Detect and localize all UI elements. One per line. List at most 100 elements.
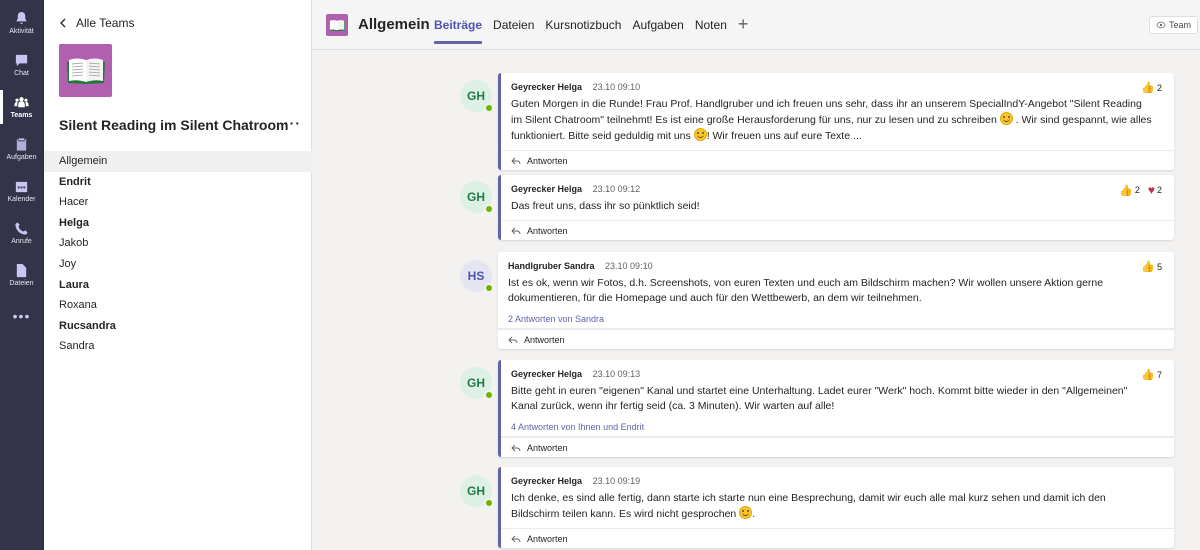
back-to-teams[interactable]: Alle Teams <box>58 16 134 30</box>
like-reaction[interactable]: 👍 2 <box>1141 81 1162 94</box>
avatar-initials: HS <box>467 269 485 283</box>
reactions: 👍 2 ♥ 2 <box>1111 183 1162 197</box>
post-message: Geyrecker Helga 23.10 09:12 Das freut un… <box>498 175 1174 240</box>
tab-aufgaben[interactable]: Aufgaben <box>632 0 683 50</box>
add-tab-button[interactable]: + <box>738 0 749 50</box>
like-reaction[interactable]: 👍 2 <box>1119 184 1140 197</box>
reply-button[interactable]: Antworten <box>501 528 1174 548</box>
smiley-emoji-icon <box>739 506 753 519</box>
post-author[interactable]: Geyrecker Helga <box>511 476 582 486</box>
view-replies-link[interactable]: 4 Antworten von Ihnen und Endrit <box>501 420 1174 437</box>
like-count: 7 <box>1156 369 1162 380</box>
presence-available-icon <box>484 283 494 293</box>
channel-list: Allgemein Endrit Hacer Helga Jakob Joy L… <box>44 151 312 357</box>
like-count: 2 <box>1134 185 1140 195</box>
channel-laura[interactable]: Laura <box>44 275 312 296</box>
tab-bar: Beiträge Dateien Kursnotizbuch Aufgaben … <box>434 0 748 50</box>
channel-jakob[interactable]: Jakob <box>44 233 312 254</box>
appbar-teams-label: Teams <box>10 112 33 119</box>
eye-icon <box>1156 21 1166 29</box>
post-meta: Handlgruber Sandra 23.10 09:10 <box>508 261 1164 271</box>
appbar-calendar-label: Kalender <box>7 196 36 203</box>
reply-arrow-icon <box>511 227 521 234</box>
tab-kursnotizbuch[interactable]: Kursnotizbuch <box>545 0 621 50</box>
reply-button[interactable]: Antworten <box>498 329 1174 349</box>
reactions: 👍 5 <box>1133 260 1162 273</box>
post-author[interactable]: Geyrecker Helga <box>511 369 582 379</box>
presence-available-icon <box>484 204 494 214</box>
avatar[interactable]: HS <box>460 260 494 293</box>
chat-icon <box>15 54 28 67</box>
like-reaction[interactable]: 👍 5 <box>1141 260 1162 273</box>
like-reaction[interactable]: 👍 7 <box>1141 368 1162 381</box>
appbar-activity-label: Aktivität <box>9 28 34 35</box>
post-author[interactable]: Geyrecker Helga <box>511 184 582 194</box>
thumbs-up-icon: 👍 <box>1141 82 1155 94</box>
tab-noten[interactable]: Noten <box>695 0 727 50</box>
phone-icon <box>15 222 28 235</box>
post-timestamp: 23.10 09:12 <box>592 184 641 194</box>
thumbs-up-icon: 👍 <box>1141 369 1155 381</box>
post-meta: Geyrecker Helga 23.10 09:12 <box>511 184 1164 194</box>
reply-button[interactable]: Antworten <box>501 437 1174 457</box>
team-button[interactable]: Team <box>1148 16 1198 34</box>
post-message: Handlgruber Sandra 23.10 09:10 Ist es ok… <box>498 252 1174 349</box>
presence-available-icon <box>484 390 494 400</box>
post-text: Bitte geht in euren "eigenen" Kanal und … <box>511 385 1128 412</box>
channel-roxana[interactable]: Roxana <box>44 295 312 316</box>
post-timestamp: 23.10 09:10 <box>592 82 641 92</box>
channel-endrit[interactable]: Endrit <box>44 172 312 193</box>
tab-beitraege[interactable]: Beiträge <box>434 0 483 50</box>
appbar-calls-label: Anrufe <box>11 238 32 245</box>
appbar-calendar[interactable]: Kalender <box>0 170 43 212</box>
appbar-files[interactable]: Dateien <box>0 254 43 296</box>
post-author[interactable]: Geyrecker Helga <box>511 82 582 92</box>
channel-sandra[interactable]: Sandra <box>44 336 312 357</box>
appbar-assignments[interactable]: Aufgaben <box>0 128 43 170</box>
calendar-icon <box>15 181 28 193</box>
post-timestamp: 23.10 09:19 <box>592 476 641 486</box>
post-timestamp: 23.10 09:13 <box>592 369 641 379</box>
reply-arrow-icon <box>511 444 521 451</box>
heart-reaction[interactable]: ♥ 2 <box>1148 183 1162 197</box>
post-meta: Geyrecker Helga 23.10 09:10 <box>511 82 1164 92</box>
appbar-calls[interactable]: Anrufe <box>0 212 43 254</box>
reply-arrow-icon <box>511 535 521 542</box>
app-bar: Aktivität Chat Teams Aufgaben Kalender A… <box>0 0 44 550</box>
appbar-assignments-label: Aufgaben <box>6 154 37 161</box>
channel-joy[interactable]: Joy <box>44 254 312 275</box>
post-message: Geyrecker Helga 23.10 09:13 Bitte geht i… <box>498 360 1174 457</box>
appbar-more-button[interactable]: ••• <box>0 296 43 336</box>
avatar[interactable]: GH <box>460 80 494 113</box>
thumbs-up-icon: 👍 <box>1141 261 1155 273</box>
reply-button[interactable]: Antworten <box>501 220 1174 240</box>
reply-label: Antworten <box>527 155 568 166</box>
team-avatar <box>59 44 112 97</box>
reply-button[interactable]: Antworten <box>501 150 1174 170</box>
post-timestamp: 23.10 09:10 <box>605 261 653 271</box>
post-text: Ist es ok, wenn wir Fotos, d.h. Screensh… <box>508 277 1104 304</box>
channel-hacer[interactable]: Hacer <box>44 192 312 213</box>
post-author[interactable]: Handlgruber Sandra <box>508 261 595 271</box>
channel-rucsandra[interactable]: Rucsandra <box>44 316 312 337</box>
channel-helga[interactable]: Helga <box>44 213 312 234</box>
avatar-initials: GH <box>467 89 485 103</box>
channel-allgemein[interactable]: Allgemein <box>44 151 312 172</box>
smiley-emoji-icon <box>693 128 707 141</box>
team-more-options-button[interactable]: ··· <box>284 115 301 131</box>
avatar[interactable]: GH <box>460 475 494 508</box>
view-replies-link[interactable]: 2 Antworten von Sandra <box>498 312 1174 329</box>
appbar-teams[interactable]: Teams <box>0 86 43 128</box>
bell-icon <box>16 11 27 24</box>
channel-icon <box>326 14 348 36</box>
appbar-chat[interactable]: Chat <box>0 44 43 86</box>
file-icon <box>16 263 27 278</box>
post-text-part: ! Wir freuen uns auf eure Texte ... <box>706 130 862 142</box>
tab-dateien[interactable]: Dateien <box>493 0 534 50</box>
appbar-activity[interactable]: Aktivität <box>0 2 43 44</box>
avatar[interactable]: GH <box>460 181 494 214</box>
avatar[interactable]: GH <box>460 367 494 400</box>
reply-label: Antworten <box>527 533 568 544</box>
post-text: Das freut uns, dass ihr so pünktlich sei… <box>511 200 700 212</box>
post-text-part: Ich denke, es sind alle fertig, dann sta… <box>511 492 1106 520</box>
